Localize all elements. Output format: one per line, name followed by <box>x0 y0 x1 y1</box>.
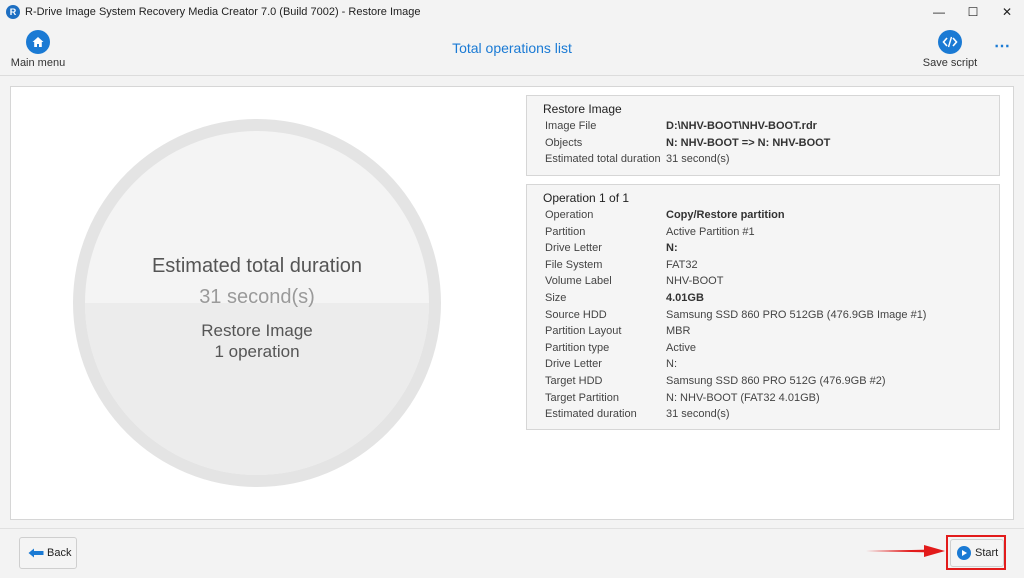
detail-row: Objects N: NHV-BOOT => N: NHV-BOOT <box>545 137 830 153</box>
detail-label: Estimated duration <box>545 408 637 421</box>
maximize-button[interactable]: ☐ <box>956 0 990 24</box>
main-menu-label: Main menu <box>10 57 66 69</box>
restore-image-box: Restore Image Image File D:\NHV-BOOT\NHV-… <box>526 95 1000 176</box>
detail-row: Source HDD Samsung SSD 860 PRO 512GB (476… <box>545 309 926 325</box>
detail-label: Objects <box>545 136 583 149</box>
detail-row: Operation Copy/Restore partition <box>545 209 785 225</box>
more-options-icon[interactable]: ⋯ <box>994 36 1011 56</box>
detail-value: N: <box>666 358 677 371</box>
detail-value: 4.01GB <box>666 292 704 304</box>
detail-value: FAT32 <box>666 258 698 271</box>
page-title: Total operations list <box>452 40 572 56</box>
detail-label: Source HDD <box>545 308 607 321</box>
summary-duration: 31 second(s) <box>199 286 315 308</box>
detail-label: Estimated total duration <box>545 153 661 166</box>
detail-row: Partition Active Partition #1 <box>545 226 755 242</box>
detail-row: Partition type Active <box>545 342 696 358</box>
summary-operation-count: 1 operation <box>214 342 300 361</box>
start-highlight-box <box>946 535 1006 570</box>
back-button[interactable]: Back <box>19 537 77 569</box>
detail-label: Partition type <box>545 341 610 354</box>
detail-label: Drive Letter <box>545 242 602 255</box>
detail-label: Operation <box>545 209 594 221</box>
detail-value: Copy/Restore partition <box>666 209 785 221</box>
red-arrow-pointer <box>866 545 945 557</box>
detail-row: Image File D:\NHV-BOOT\NHV-BOOT.rdr <box>545 120 817 136</box>
detail-row: Size 4.01GB <box>545 292 704 308</box>
detail-value: 31 second(s) <box>666 153 730 166</box>
window-title: R-Drive Image System Recovery Media Crea… <box>25 6 421 18</box>
summary-circle-inner: Estimated total duration 31 second(s) Re… <box>85 131 429 475</box>
close-button[interactable]: ✕ <box>990 0 1024 24</box>
detail-row: Drive Letter N: <box>545 358 677 374</box>
summary-operation: Restore Image <box>201 321 313 340</box>
restore-image-heading: Restore Image <box>543 102 622 116</box>
app-icon: R <box>6 5 20 19</box>
detail-value: N: NHV-BOOT (FAT32 4.01GB) <box>666 391 820 404</box>
save-script-button[interactable]: Save script <box>918 30 982 69</box>
detail-value: N: <box>666 242 678 255</box>
detail-row: Target Partition N: NHV-BOOT (FAT32 4.01G… <box>545 392 820 408</box>
minimize-button[interactable]: — <box>922 0 956 24</box>
operation-heading: Operation 1 of 1 <box>543 191 630 205</box>
detail-label: File System <box>545 258 603 271</box>
summary-title: Estimated total duration <box>151 255 363 277</box>
detail-label: Partition <box>545 225 586 238</box>
detail-row: Volume Label NHV-BOOT <box>545 275 723 291</box>
back-label: Back <box>47 547 72 559</box>
detail-value: MBR <box>666 325 691 338</box>
detail-value: NHV-BOOT <box>666 275 724 288</box>
detail-label: Image File <box>545 120 597 132</box>
detail-value: N: NHV-BOOT => N: NHV-BOOT <box>666 136 831 149</box>
detail-row: Partition Layout MBR <box>545 325 690 341</box>
detail-label: Target HDD <box>545 375 603 387</box>
detail-label: Target Partition <box>545 391 619 404</box>
detail-row: Target HDD Samsung SSD 860 PRO 512G (476.… <box>545 375 886 391</box>
detail-row: Estimated total duration 31 second(s) <box>545 153 730 169</box>
operation-box: Operation 1 of 1 Operation Copy/Restore p… <box>526 184 1000 430</box>
save-script-label: Save script <box>922 57 978 69</box>
summary-circle: Estimated total duration 31 second(s) Re… <box>73 119 441 487</box>
window-controls: — ☐ ✕ <box>922 0 1024 24</box>
code-icon <box>938 30 962 54</box>
detail-value: Active Partition #1 <box>666 225 755 238</box>
detail-value: Samsung SSD 860 PRO 512G (476.9GB #2) <box>666 375 886 387</box>
detail-label: Drive Letter <box>545 358 602 371</box>
detail-row: Estimated duration 31 second(s) <box>545 408 730 424</box>
detail-value: Active <box>666 341 696 354</box>
arrow-left-icon <box>28 548 44 558</box>
detail-row: Drive Letter N: <box>545 242 678 258</box>
detail-value: 31 second(s) <box>666 408 730 421</box>
detail-label: Size <box>545 292 567 304</box>
header-toolbar: Main menu Total operations list Save scr… <box>0 24 1024 76</box>
title-bar: R R-Drive Image System Recovery Media Cr… <box>0 0 1024 24</box>
content-panel: Estimated total duration 31 second(s) Re… <box>10 86 1014 520</box>
detail-value: D:\NHV-BOOT\NHV-BOOT.rdr <box>666 120 817 132</box>
detail-label: Volume Label <box>545 275 612 288</box>
detail-row: File System FAT32 <box>545 259 698 275</box>
detail-value: Samsung SSD 860 PRO 512GB (476.9GB Image… <box>666 308 927 321</box>
detail-label: Partition Layout <box>545 325 622 338</box>
